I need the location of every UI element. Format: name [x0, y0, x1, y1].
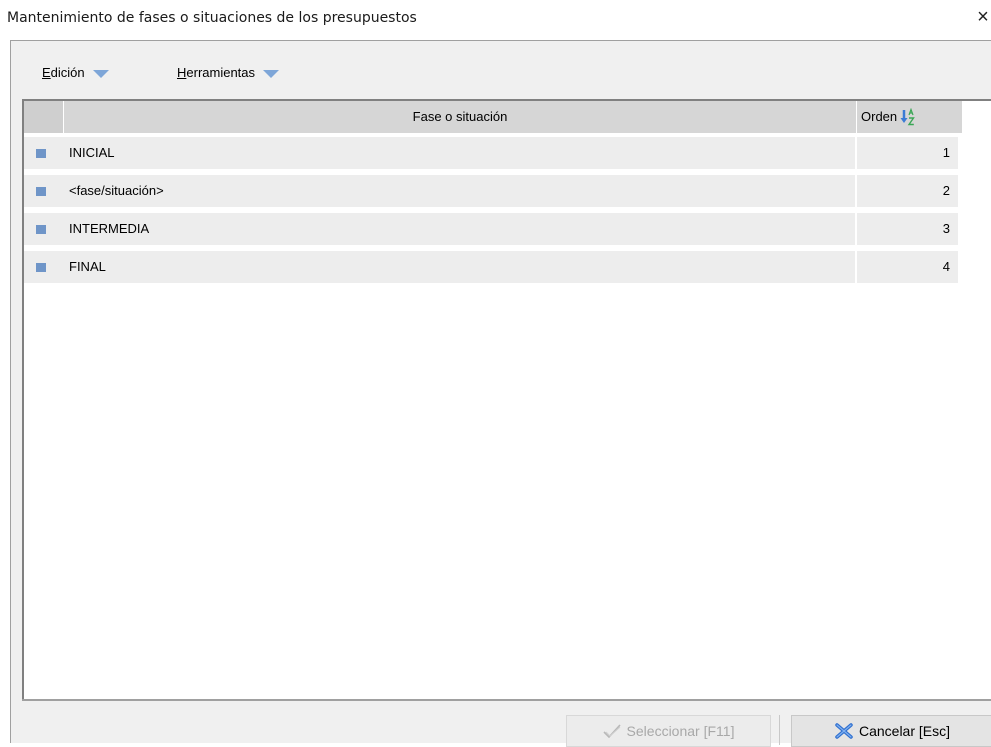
row-marker-icon	[36, 149, 46, 158]
row-indicator	[24, 137, 63, 169]
table-row[interactable]: INICIAL 1	[24, 137, 958, 169]
dropdown-triangle-icon	[263, 69, 280, 78]
row-indicator	[24, 175, 63, 207]
column-header-orden-label: Orden	[861, 109, 898, 124]
menu-bar: Edición Herramientas	[11, 41, 991, 93]
sort-az-icon	[900, 108, 915, 126]
table-row[interactable]: FINAL 4	[24, 251, 958, 283]
phases-grid: Fase o situación Orden INICIAL 1 <fase/s…	[22, 99, 991, 701]
cell-orden[interactable]: 2	[857, 175, 958, 207]
dropdown-triangle-icon	[92, 69, 109, 78]
row-marker-icon	[36, 225, 46, 234]
cell-fase[interactable]: INTERMEDIA	[64, 213, 854, 245]
dialog-footer: Seleccionar [F11] Cancelar [Esc]	[11, 703, 991, 747]
menu-edicion-label: Edición	[42, 65, 85, 80]
cell-fase[interactable]: <fase/situación>	[64, 175, 854, 207]
button-divider	[779, 715, 780, 745]
close-button[interactable]: ×	[975, 4, 991, 30]
column-header-fase[interactable]: Fase o situación	[64, 101, 857, 133]
menu-herramientas[interactable]: Herramientas	[177, 63, 280, 83]
table-row[interactable]: <fase/situación> 2	[24, 175, 958, 207]
menu-edicion[interactable]: Edición	[42, 63, 109, 83]
table-row[interactable]: INTERMEDIA 3	[24, 213, 958, 245]
checkmark-icon	[602, 724, 621, 738]
menu-herramientas-label: Herramientas	[177, 65, 256, 80]
header-indicator-cell	[24, 101, 64, 133]
column-header-orden[interactable]: Orden	[857, 101, 956, 133]
cell-fase[interactable]: FINAL	[64, 251, 854, 283]
cancel-button[interactable]: Cancelar [Esc]	[791, 715, 991, 747]
row-indicator	[24, 251, 63, 283]
x-cross-icon	[835, 723, 853, 739]
grid-header: Fase o situación Orden	[24, 101, 962, 133]
row-marker-icon	[36, 187, 46, 196]
cell-fase[interactable]: INICIAL	[64, 137, 854, 169]
select-button[interactable]: Seleccionar [F11]	[566, 715, 771, 747]
window-body: Edición Herramientas Fase o situación Or…	[10, 40, 991, 747]
row-indicator	[24, 213, 63, 245]
cell-orden[interactable]: 4	[857, 251, 958, 283]
title-bar: Mantenimiento de fases o situaciones de …	[0, 0, 991, 38]
cell-orden[interactable]: 3	[857, 213, 958, 245]
grid-bottom-border	[22, 699, 991, 701]
cell-orden[interactable]: 1	[857, 137, 958, 169]
window-title: Mantenimiento de fases o situaciones de …	[7, 10, 417, 26]
row-marker-icon	[36, 263, 46, 272]
